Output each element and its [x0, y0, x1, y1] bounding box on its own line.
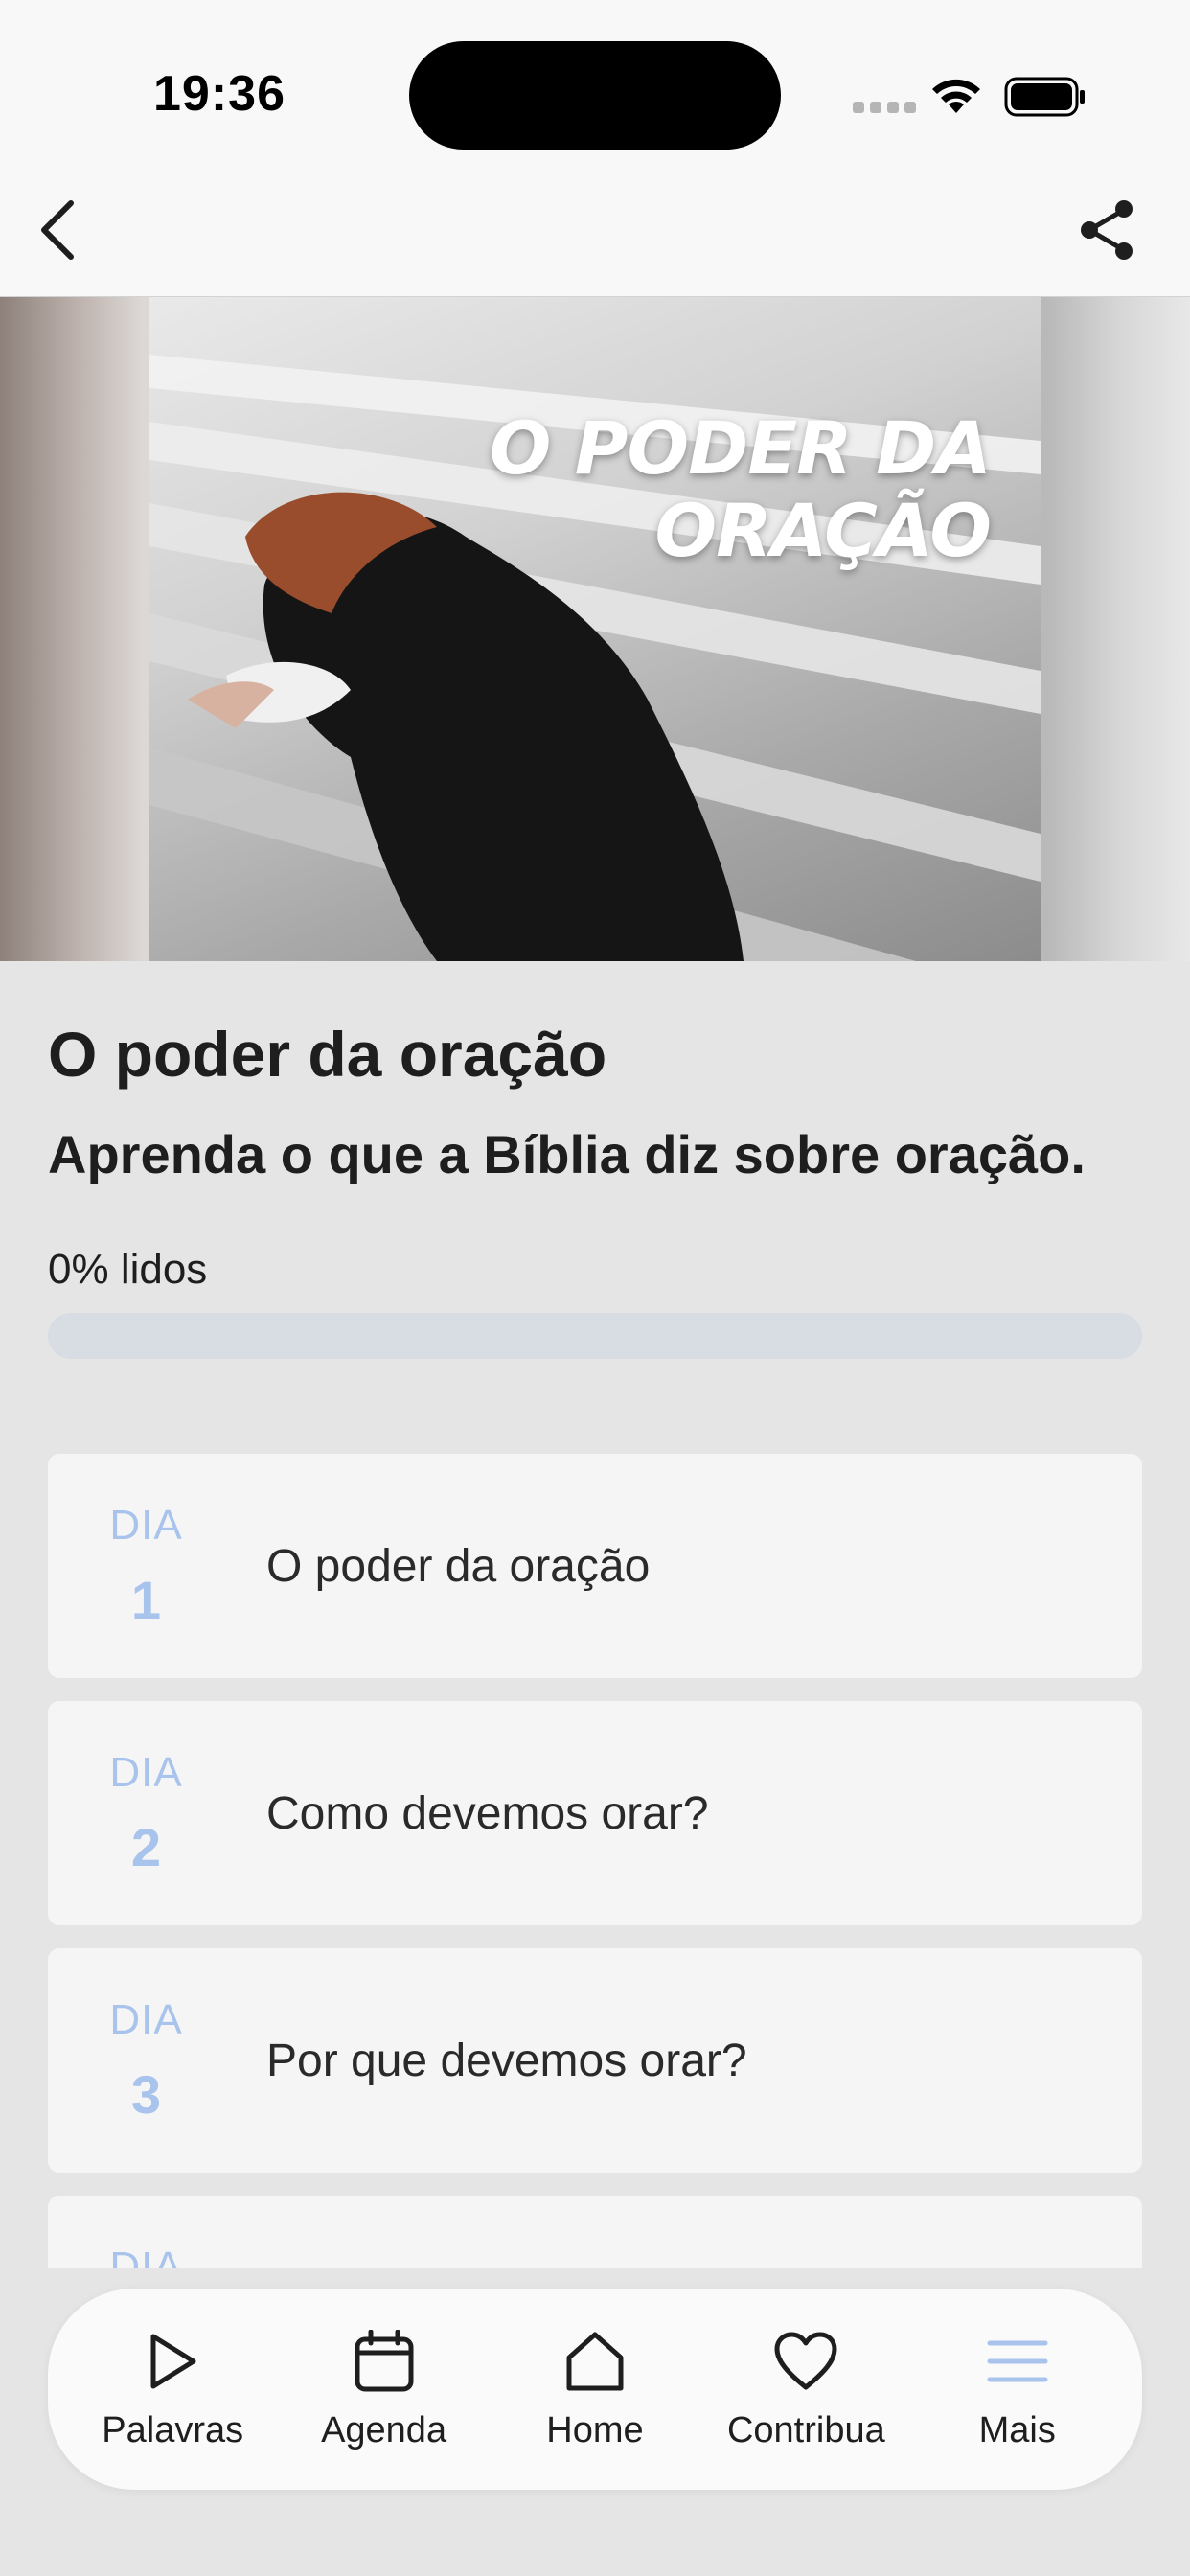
heart-icon [772, 2328, 839, 2395]
day-number: 1 [130, 1570, 162, 1630]
battery-icon [1004, 77, 1085, 117]
day-title: O poder da oração [266, 1541, 651, 1592]
plan-subtitle: Aprenda o que a Bíblia diz sobre oração. [48, 1124, 1086, 1184]
day-number: 3 [130, 2064, 162, 2125]
progress-bar [48, 1313, 1142, 1359]
day-badge: DIA 3 [48, 1948, 244, 2173]
chevron-left-icon [41, 200, 74, 260]
home-icon [561, 2328, 629, 2395]
navigation-bar [0, 182, 1190, 297]
day-card[interactable]: DIA 1 O poder da oração [48, 1454, 1142, 1678]
menu-icon [984, 2328, 1051, 2395]
day-label: DIA [109, 1996, 183, 2043]
day-card[interactable]: DIA 3 Por que devemos orar? [48, 1948, 1142, 2173]
plan-cover: O PODER DA ORAÇÃO [0, 297, 1190, 961]
plan-cover-title: O PODER DA ORAÇÃO [489, 405, 992, 573]
plan-cover-image: O PODER DA ORAÇÃO [149, 297, 1041, 961]
tab-label: Contribua [726, 2409, 885, 2450]
day-label: DIA [109, 1502, 183, 1549]
tab-label: Agenda [321, 2409, 447, 2450]
tab-palavras[interactable]: Palavras [77, 2303, 268, 2475]
tab-bar: Palavras Agenda Home Contribua Mais [48, 2288, 1142, 2490]
tab-mais[interactable]: Mais [922, 2303, 1113, 2475]
day-card[interactable]: DIA 2 Como devemos orar? [48, 1701, 1142, 1925]
day-badge: DIA 2 [48, 1701, 244, 1925]
share-button[interactable] [1068, 192, 1145, 268]
tab-label: Home [546, 2409, 644, 2450]
dynamic-island [409, 41, 781, 150]
progress-label: 0% lidos [48, 1246, 208, 1293]
day-badge: DIA 1 [48, 1454, 244, 1678]
tab-contribua[interactable]: Contribua [710, 2303, 902, 2475]
plan-cover-title-line2: ORAÇÃO [654, 488, 992, 573]
wifi-icon [932, 79, 980, 113]
status-time: 19:36 [153, 66, 286, 122]
tab-label: Palavras [102, 2409, 244, 2450]
plan-title: O poder da oração [48, 1019, 607, 1090]
play-icon [139, 2328, 206, 2395]
praying-woman-illustration [149, 355, 1041, 961]
tab-home[interactable]: Home [499, 2303, 691, 2475]
day-number: 2 [130, 1817, 162, 1877]
day-label: DIA [109, 2243, 183, 2268]
back-button[interactable] [19, 192, 96, 268]
status-bar: 19:36 [0, 0, 1190, 182]
day-title: Como devemos orar? [266, 1788, 709, 1839]
cellular-signal-icon [853, 102, 916, 113]
day-title: Por que devemos orar? [266, 2036, 747, 2086]
tab-agenda[interactable]: Agenda [288, 2303, 480, 2475]
day-label: DIA [109, 1749, 183, 1796]
tab-label: Mais [978, 2409, 1056, 2450]
day-badge: DIA 4 [48, 2196, 244, 2268]
share-icon [1081, 200, 1133, 260]
day-list: DIA 1 O poder da oração DIA 2 Como devem… [48, 1454, 1142, 2268]
calendar-icon [351, 2328, 418, 2395]
plan-cover-title-line1: O PODER DA [489, 405, 992, 491]
day-card[interactable]: DIA 4 [48, 2196, 1142, 2268]
